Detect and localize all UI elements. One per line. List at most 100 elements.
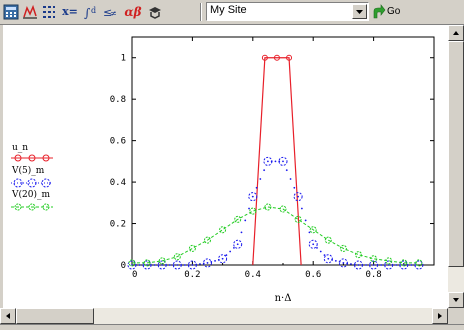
- legend-label-v20: V(20)_m: [11, 189, 50, 200]
- series-v5-dot: [251, 195, 254, 198]
- scrollbar-corner: [448, 308, 464, 324]
- series-v5-dot: [304, 219, 307, 222]
- go-label: Go: [387, 6, 401, 17]
- series-v5-dot: [138, 264, 141, 266]
- scroll-right-button[interactable]: [432, 308, 448, 324]
- calculus-icon[interactable]: ∫ d: [82, 3, 100, 21]
- series-v5-dot: [233, 247, 235, 249]
- series-v5-dot: [319, 250, 322, 253]
- series-v5-dot: [248, 207, 250, 210]
- plot-frame: [131, 36, 435, 266]
- legend-swatch-u: [11, 154, 53, 162]
- series-v5-dot: [199, 263, 201, 265]
- series-v5-dot: [153, 264, 156, 266]
- series-v5-dot: [312, 243, 315, 246]
- series-v5-dot: [410, 264, 413, 266]
- series-v5-dot: [161, 264, 164, 266]
- site-select[interactable]: My Site: [206, 2, 369, 21]
- graph-icon[interactable]: [21, 3, 39, 21]
- series-v5-dot: [255, 186, 258, 189]
- series-u-line: [252, 57, 302, 266]
- series-v5-dot: [176, 264, 179, 266]
- vertical-scrollbar[interactable]: [448, 25, 464, 308]
- xy-plot[interactable]: 0 0.2 0.4 0.6 0.8 0 0.2 0.4 0.6 0.8 1 n·Δ u_n V(5)…: [3, 25, 448, 308]
- series-v5-dot: [214, 259, 216, 262]
- y-tick-label-5: 1: [121, 54, 126, 64]
- series-v5-dot: [221, 257, 224, 260]
- toolbar-separator: [200, 3, 202, 21]
- x-tick-label-1: 0.2: [184, 270, 200, 280]
- go-button[interactable]: Go: [372, 3, 408, 21]
- series-v5-dot: [357, 264, 360, 266]
- series-v20-line: [132, 206, 419, 264]
- site-select-value: My Site: [210, 4, 247, 16]
- legend-label-u: u_n: [12, 143, 28, 153]
- series-v5-dot: [267, 160, 269, 163]
- status-strip: [0, 324, 464, 330]
- series-v5-dot: [380, 264, 383, 266]
- series-v5-dot: [395, 264, 398, 266]
- y-tick-label-3: 0.6: [110, 137, 126, 147]
- series-v5-dot: [327, 257, 330, 260]
- series-v5-dot: [316, 247, 318, 249]
- series-v5-dot: [168, 264, 171, 266]
- matrix-icon[interactable]: [40, 3, 58, 21]
- series-v5-dot: [300, 207, 303, 210]
- series-v5-dot: [365, 264, 367, 266]
- series-v5-dot: [259, 178, 262, 180]
- x-tick-label-0: 0: [132, 270, 137, 280]
- chevron-down-icon[interactable]: [352, 4, 367, 19]
- series-v5-dot: [244, 219, 247, 222]
- series-v5-dot: [206, 262, 209, 264]
- greek-icon[interactable]: αβ: [122, 3, 144, 21]
- y-tick-label-4: 0.8: [110, 95, 126, 105]
- series-v20-point: [355, 251, 362, 259]
- series-v5-dot: [263, 169, 266, 172]
- svg-text:∫: ∫: [84, 6, 91, 20]
- series-v5-dot: [289, 178, 292, 180]
- series-v5-dot: [240, 231, 243, 234]
- series-v20-point: [219, 226, 227, 234]
- series-v5-dot: [191, 264, 194, 266]
- legend-label-v5: V(5)_m: [11, 165, 45, 176]
- legend-swatch-v5: [11, 178, 53, 188]
- scroll-left-button[interactable]: [0, 308, 16, 324]
- scroll-down-button[interactable]: [448, 292, 464, 308]
- series-v5-dot: [342, 262, 345, 264]
- series-v5-dot: [308, 231, 311, 234]
- toolbar: x= ∫ d ≤ ≠ αβ My Site Go: [0, 0, 464, 25]
- svg-text:d: d: [91, 6, 96, 15]
- y-tick-label-2: 0.4: [110, 178, 126, 188]
- y-tick-label-0: 0: [121, 261, 126, 271]
- legend-swatch-v20: [11, 203, 53, 211]
- calculator-icon[interactable]: [2, 3, 20, 21]
- series-v5-dot: [387, 264, 390, 266]
- horizontal-scroll-thumb[interactable]: [16, 308, 94, 324]
- series-v5-dot: [236, 243, 239, 246]
- evaluation-icon[interactable]: x=: [60, 3, 80, 21]
- worksheet[interactable]: 0 0.2 0.4 0.6 0.8 0 0.2 0.4 0.6 0.8 1 n·Δ u_n V(5)…: [3, 25, 448, 308]
- series-v5-dot: [274, 160, 277, 163]
- horizontal-scrollbar[interactable]: [0, 308, 448, 324]
- legend: u_n V(5)_m V(20)_m: [11, 143, 53, 211]
- boolean-icon[interactable]: ≤ ≠: [101, 3, 119, 21]
- series-v20-point: [188, 244, 196, 252]
- symbolic-icon[interactable]: [146, 3, 164, 21]
- go-arrow-icon: [372, 4, 386, 23]
- x-tick-label-4: 0.8: [365, 270, 381, 280]
- series-v5-dot: [229, 250, 232, 253]
- series-v5-dot: [183, 264, 186, 266]
- x-axis-title: n·Δ: [275, 293, 292, 304]
- series-v5-dot: [350, 263, 352, 265]
- svg-text:≠: ≠: [110, 9, 117, 18]
- vertical-scroll-thumb[interactable]: [448, 41, 464, 267]
- x-tick-label-3: 0.6: [305, 270, 321, 280]
- series-v20-point: [249, 207, 257, 215]
- series-v5-dot: [293, 186, 296, 189]
- x-tick-label-2: 0.4: [245, 270, 261, 280]
- y-tick-label-1: 0.2: [110, 220, 126, 230]
- series-v5-dot: [285, 169, 288, 172]
- series-v5-dot: [282, 160, 284, 163]
- series-v5-dot: [334, 259, 337, 262]
- scroll-up-button[interactable]: [448, 25, 464, 41]
